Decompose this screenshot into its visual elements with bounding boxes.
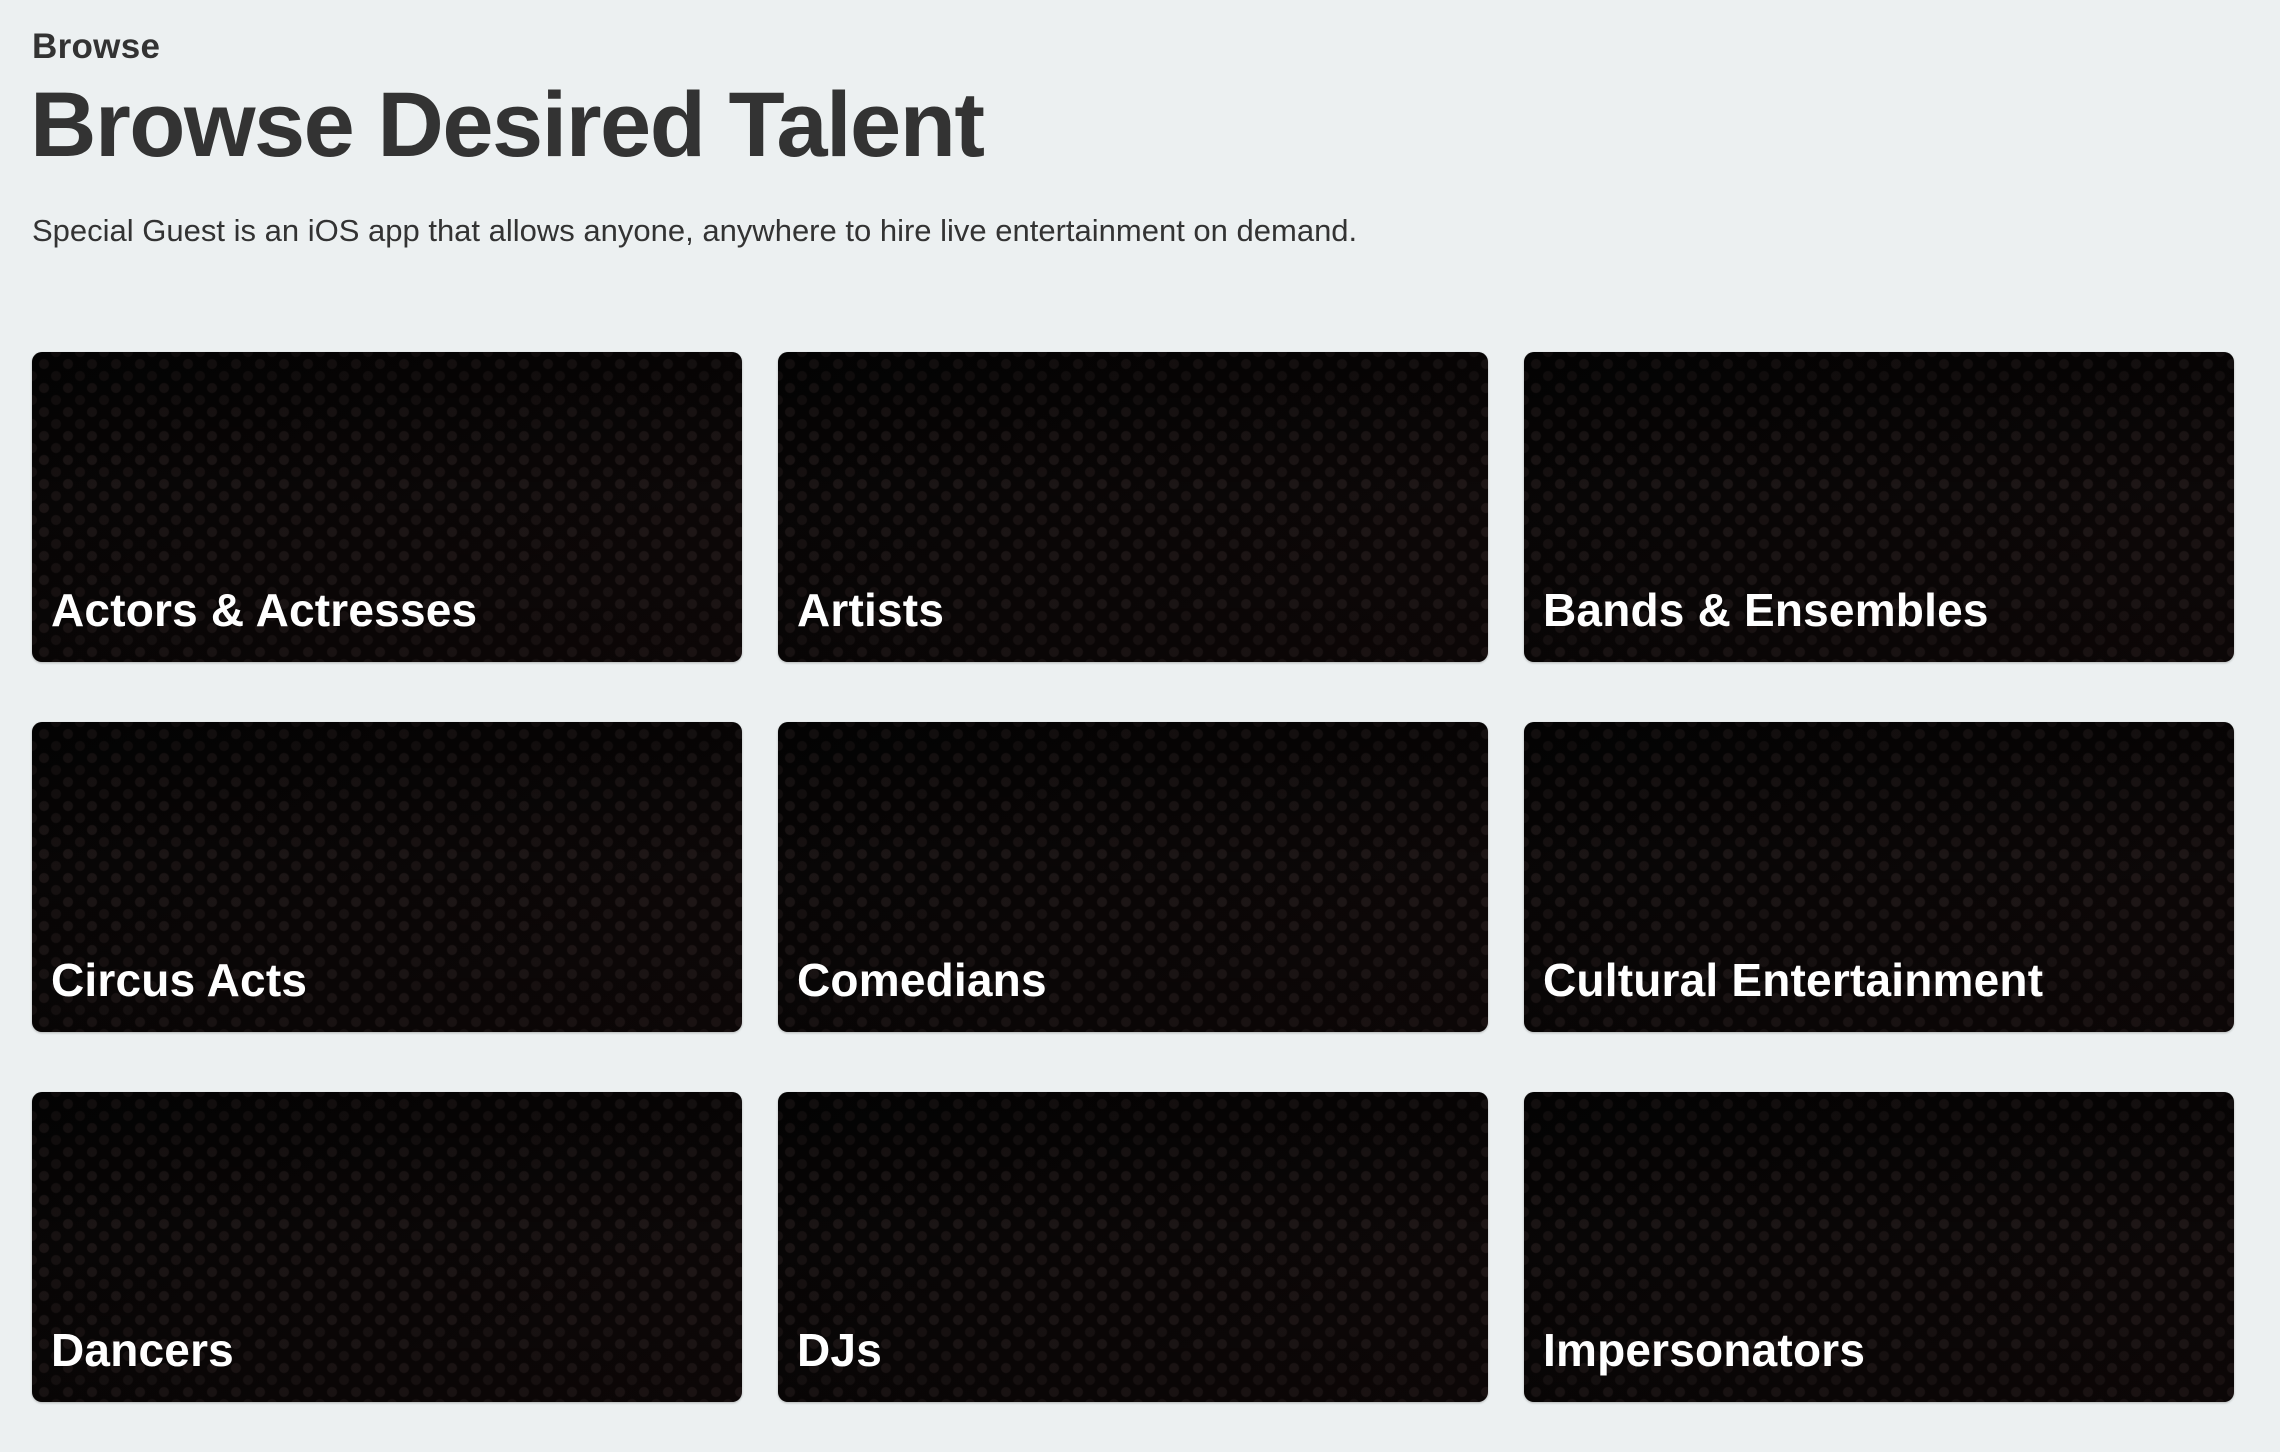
page-title: Browse Desired Talent	[30, 74, 985, 176]
category-card-comedians[interactable]: Comedians	[778, 722, 1488, 1032]
category-card-circus-acts[interactable]: Circus Acts	[32, 722, 742, 1032]
category-card-artists[interactable]: Artists	[778, 352, 1488, 662]
category-label: Actors & Actresses	[51, 584, 478, 636]
category-label: Impersonators	[1543, 1324, 1866, 1376]
category-label: Artists	[797, 584, 945, 636]
category-label: DJs	[797, 1324, 882, 1376]
category-label: Dancers	[51, 1324, 234, 1376]
category-card-cultural-entertainment[interactable]: Cultural Entertainment	[1524, 722, 2234, 1032]
category-card-bands-ensembles[interactable]: Bands & Ensembles	[1524, 352, 2234, 662]
category-label: Circus Acts	[51, 954, 308, 1006]
category-label: Bands & Ensembles	[1543, 584, 1989, 636]
category-label: Comedians	[797, 954, 1047, 1006]
category-card-dancers[interactable]: Dancers	[32, 1092, 742, 1402]
category-card-djs[interactable]: DJs	[778, 1092, 1488, 1402]
page-description: Special Guest is an iOS app that allows …	[32, 213, 1358, 248]
category-grid: Actors & Actresses Artists Bands & Ensem…	[32, 352, 2234, 1402]
card-image-overlay	[778, 1092, 1488, 1402]
category-card-impersonators[interactable]: Impersonators	[1524, 1092, 2234, 1402]
browse-page: Browse Browse Desired Talent Special Gue…	[0, 0, 2280, 1452]
category-card-actors-actresses[interactable]: Actors & Actresses	[32, 352, 742, 662]
breadcrumb[interactable]: Browse	[32, 26, 160, 68]
category-label: Cultural Entertainment	[1543, 954, 2044, 1006]
